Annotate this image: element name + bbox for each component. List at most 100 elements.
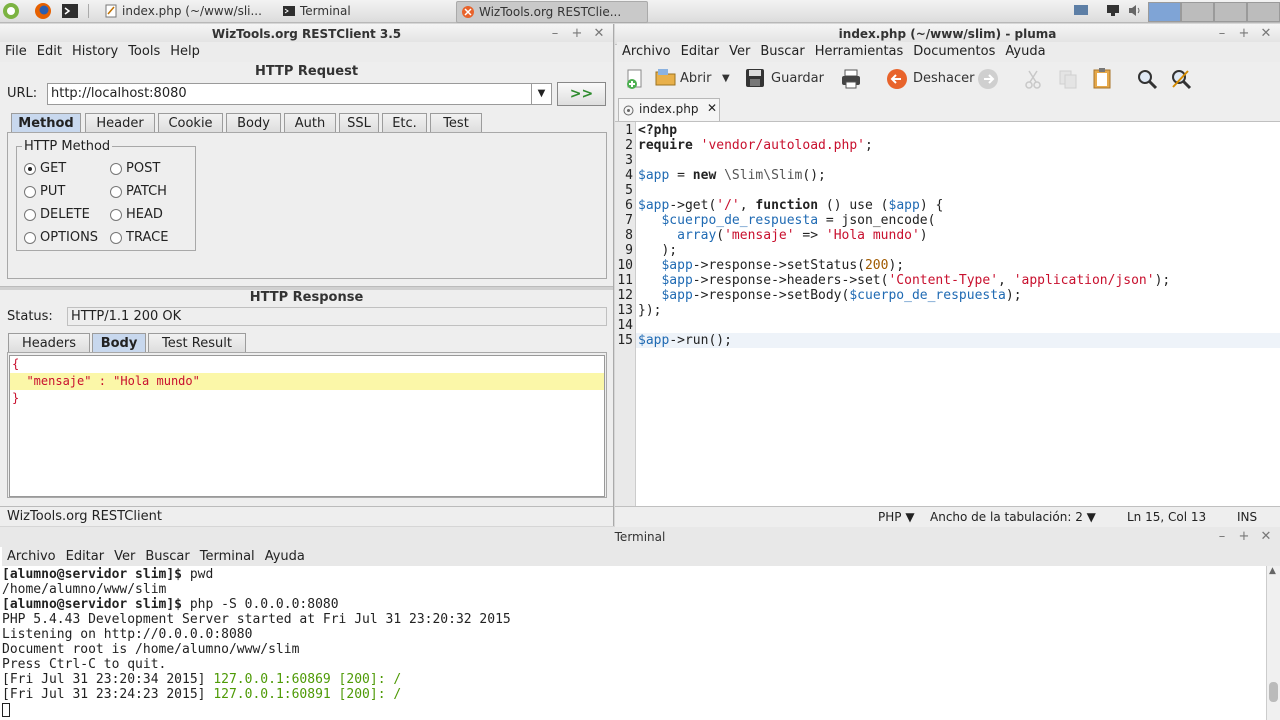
radio-delete[interactable] <box>24 209 36 221</box>
line-number-gutter: 1 2 3 4 5 6 7 8 9 10 11 12 13 14 15 <box>615 122 636 508</box>
workspace-4[interactable] <box>1247 2 1280 22</box>
search-icon[interactable] <box>1136 68 1158 90</box>
maximize-icon[interactable]: + <box>570 24 584 44</box>
workspace-3[interactable] <box>1214 2 1247 22</box>
radio-put[interactable] <box>24 186 36 198</box>
menu-documentos[interactable]: Documentos <box>908 42 1000 62</box>
radio-head[interactable] <box>110 209 122 221</box>
document-tab[interactable]: index.php ✕ <box>618 98 720 121</box>
network-icon[interactable] <box>1106 4 1120 17</box>
save-button[interactable]: Guardar <box>771 64 824 94</box>
document-icon <box>623 105 634 116</box>
menu-herramientas[interactable]: Herramientas <box>810 42 909 62</box>
menu-file[interactable]: File <box>0 42 32 62</box>
tab-test-result[interactable]: Test Result <box>148 333 246 353</box>
response-section-title: HTTP Response <box>249 290 364 305</box>
tab-etc[interactable]: Etc. <box>382 113 427 133</box>
line-number: 8 <box>625 228 633 243</box>
print-icon[interactable] <box>840 68 862 90</box>
tab-body[interactable]: Body <box>226 113 281 133</box>
tab-header[interactable]: Header <box>85 113 155 133</box>
terminal-line: Document root is /home/alumno/www/slim <box>2 642 300 657</box>
recent-dropdown-icon[interactable]: ▼ <box>722 64 730 94</box>
tab-cookie[interactable]: Cookie <box>158 113 223 133</box>
task-restclient[interactable]: WizTools.org RESTClie... <box>456 1 648 23</box>
new-document-icon[interactable] <box>624 68 646 90</box>
minimize-icon[interactable]: – <box>1215 24 1229 44</box>
undo-icon[interactable] <box>886 68 908 90</box>
tab-close-icon[interactable]: ✕ <box>707 101 717 115</box>
tab-test[interactable]: Test <box>430 113 482 133</box>
menu-help[interactable]: Help <box>165 42 205 62</box>
workspace-1[interactable] <box>1148 2 1181 22</box>
task-pluma[interactable]: index.php (~/www/sli... <box>100 1 292 21</box>
tab-width-selector[interactable]: Ancho de la tabulación: 2 ▼ <box>930 507 1096 527</box>
menu-editar[interactable]: Editar <box>676 42 725 62</box>
line-number: 10 <box>617 258 633 273</box>
menu-editar[interactable]: Editar <box>61 547 110 567</box>
restclient-statusbar: WizTools.org RESTClient <box>0 506 613 526</box>
redo-icon[interactable] <box>977 68 999 90</box>
close-icon[interactable]: ✕ <box>592 24 606 44</box>
terminal-scrollbar[interactable]: ▲ <box>1266 566 1280 720</box>
tab-ssl[interactable]: SSL <box>339 113 379 133</box>
language-selector[interactable]: PHP ▼ <box>878 507 915 527</box>
open-button[interactable]: Abrir <box>680 64 711 94</box>
menu-tools[interactable]: Tools <box>123 42 165 62</box>
close-icon[interactable]: ✕ <box>1259 527 1273 547</box>
volume-icon[interactable] <box>1128 4 1142 17</box>
code-line: array('mensaje' => 'Hola mundo') <box>677 228 928 243</box>
terminal-launcher-icon[interactable] <box>61 2 79 20</box>
replace-icon[interactable] <box>1170 68 1192 90</box>
menu-history[interactable]: History <box>67 42 123 62</box>
minimize-icon[interactable]: – <box>548 24 562 44</box>
radio-options-label: OPTIONS <box>40 230 99 245</box>
scroll-up-icon[interactable]: ▲ <box>1269 566 1276 576</box>
url-history-dropdown[interactable]: ▼ <box>531 83 552 105</box>
menu-buscar[interactable]: Buscar <box>755 42 809 62</box>
line-number: 3 <box>625 153 633 168</box>
maximize-icon[interactable]: + <box>1237 527 1251 547</box>
task-terminal[interactable]: Terminal <box>278 1 470 21</box>
task-label: WizTools.org RESTClie... <box>479 5 622 19</box>
menu-launcher-icon[interactable] <box>2 2 20 20</box>
menu-ayuda[interactable]: Ayuda <box>1000 42 1050 62</box>
url-input[interactable]: http://localhost:8080 <box>47 83 532 105</box>
close-icon[interactable]: ✕ <box>1259 24 1273 44</box>
copy-icon[interactable] <box>1057 68 1079 90</box>
menu-ver[interactable]: Ver <box>724 42 755 62</box>
workspace-2[interactable] <box>1181 2 1214 22</box>
tab-auth[interactable]: Auth <box>284 113 336 133</box>
screen-icon[interactable] <box>1074 4 1088 17</box>
code-line: $app->response->setBody($cuerpo_de_respu… <box>661 288 1022 303</box>
tab-response-headers[interactable]: Headers <box>8 333 90 353</box>
scrollbar-thumb[interactable] <box>1269 682 1278 702</box>
paste-icon[interactable] <box>1091 67 1113 89</box>
menu-archivo[interactable]: Archivo <box>617 42 676 62</box>
menu-edit[interactable]: Edit <box>32 42 67 62</box>
maximize-icon[interactable]: + <box>1237 24 1251 44</box>
undo-button[interactable]: Deshacer <box>913 64 974 94</box>
http-method-label: HTTP Method <box>22 139 113 154</box>
radio-options[interactable] <box>24 232 36 244</box>
tab-method[interactable]: Method <box>11 113 81 133</box>
menu-ayuda[interactable]: Ayuda <box>260 547 310 567</box>
cut-icon[interactable] <box>1022 68 1044 90</box>
radio-trace[interactable] <box>110 232 122 244</box>
tab-response-body[interactable]: Body <box>92 333 146 353</box>
menu-ver[interactable]: Ver <box>109 547 140 567</box>
minimize-icon[interactable]: – <box>1215 527 1229 547</box>
menu-archivo[interactable]: Archivo <box>2 547 61 567</box>
radio-post[interactable] <box>110 163 122 175</box>
radio-get[interactable] <box>24 163 36 175</box>
open-folder-icon[interactable] <box>655 66 677 88</box>
menu-buscar[interactable]: Buscar <box>140 547 194 567</box>
line-number: 2 <box>625 138 633 153</box>
send-request-button[interactable]: >> <box>557 82 606 106</box>
menu-terminal[interactable]: Terminal <box>195 547 260 567</box>
firefox-icon[interactable] <box>34 2 52 20</box>
radio-post-label: POST <box>126 161 161 176</box>
response-body-area[interactable]: { "mensaje" : "Hola mundo" } <box>9 355 605 497</box>
save-icon[interactable] <box>744 67 766 89</box>
radio-patch[interactable] <box>110 186 122 198</box>
